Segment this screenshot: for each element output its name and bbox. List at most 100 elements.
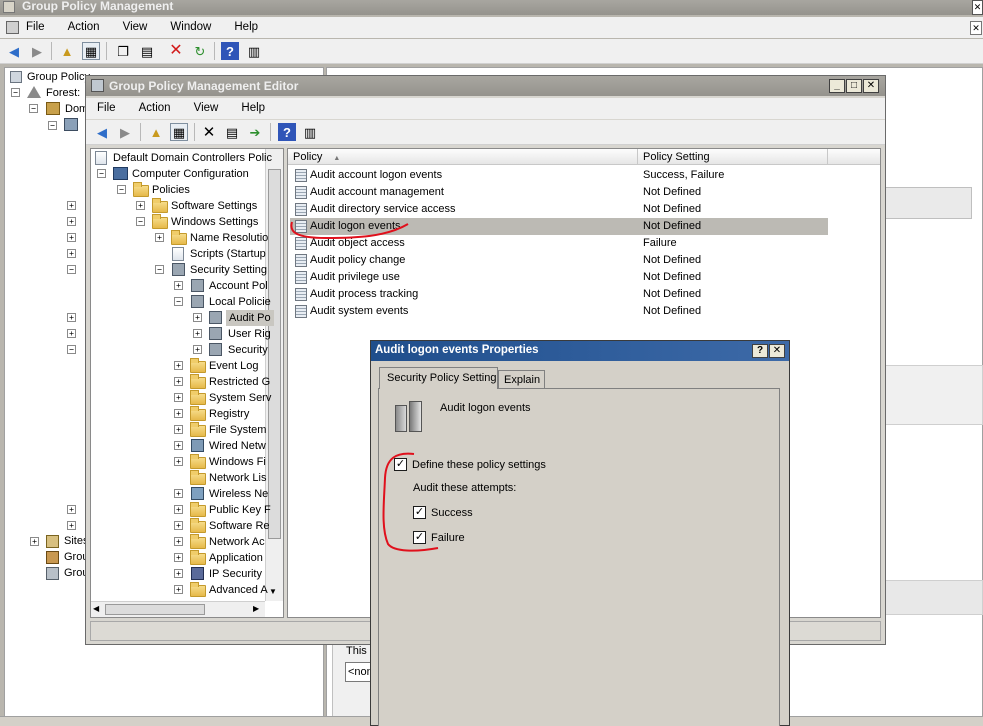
vscroll-thumb[interactable] [268, 169, 281, 539]
column-header-setting[interactable]: Policy Setting [638, 149, 828, 165]
editor-back-arrow-icon[interactable]: ◀ [93, 123, 111, 141]
policy-row-name[interactable]: Audit account logon events [310, 167, 442, 184]
name-resolution-expander[interactable]: + [155, 233, 164, 242]
editor-close-button[interactable]: ✕ [863, 79, 879, 93]
advanced-expander[interactable]: + [174, 585, 183, 594]
domains-expander[interactable]: − [29, 104, 38, 113]
tree-wireless-ne[interactable]: Wireless Ne [209, 486, 268, 502]
audit-po-expander[interactable]: + [193, 313, 202, 322]
restricted-expander[interactable]: + [174, 377, 183, 386]
editor-export-icon[interactable]: ➔ [246, 123, 264, 141]
outer-expander-9[interactable]: + [67, 505, 76, 514]
computer-config-expander[interactable]: − [97, 169, 106, 178]
policy-row-setting[interactable]: Failure [643, 235, 677, 252]
tree-public-key[interactable]: Public Key F [209, 502, 271, 518]
outer-expander-7[interactable]: + [67, 329, 76, 338]
editor-forward-arrow-icon[interactable]: ▶ [116, 123, 134, 141]
delete-icon[interactable]: ✕ [167, 42, 185, 60]
policy-row-setting[interactable]: Not Defined [643, 218, 701, 235]
editor-menu-file[interactable]: File [86, 98, 126, 118]
policy-row-setting[interactable]: Success, Failure [643, 167, 724, 184]
vscroll-down-arrow-icon[interactable]: ▼ [269, 587, 277, 596]
ip-security-expander[interactable]: + [174, 569, 183, 578]
outer-tree-root[interactable]: Group Policy [10, 69, 90, 85]
column-header-policy[interactable]: Policy ▲ [288, 149, 638, 165]
tree-policies[interactable]: Policies [152, 182, 190, 198]
editor-maximize-button[interactable]: □ [846, 79, 862, 93]
windows-settings-expander[interactable]: − [136, 217, 145, 226]
outer-expander-1[interactable]: + [67, 201, 76, 210]
editor-view-icon[interactable]: ▥ [301, 123, 319, 141]
dialog-close-button[interactable]: ✕ [769, 344, 785, 358]
editor-menu-view[interactable]: View [184, 98, 229, 118]
domain-expander[interactable]: − [48, 121, 57, 130]
sites-expander[interactable]: + [30, 537, 39, 546]
policy-row-setting[interactable]: Not Defined [643, 252, 701, 269]
back-arrow-icon[interactable]: ◀ [5, 42, 23, 60]
outer-expander-2[interactable]: + [67, 217, 76, 226]
outer-mdi-close-button[interactable]: ✕ [970, 21, 982, 35]
account-pol-expander[interactable]: + [174, 281, 183, 290]
tree-account-pol[interactable]: Account Pol [209, 278, 268, 294]
editor-help-icon[interactable]: ? [278, 123, 296, 141]
copy-icon[interactable]: ❐ [114, 42, 132, 60]
help-icon[interactable]: ? [221, 42, 239, 60]
editor-menu-help[interactable]: Help [231, 98, 275, 118]
tree-name-resolution[interactable]: Name Resolutio [190, 230, 268, 246]
tree-application[interactable]: Application [209, 550, 263, 566]
refresh-icon[interactable]: ↻ [191, 42, 209, 60]
policy-row-name[interactable]: Audit system events [310, 303, 408, 320]
editor-delete-icon[interactable]: ✕ [200, 123, 218, 141]
tree-scripts[interactable]: Scripts (Startup [190, 246, 266, 262]
tree-wired-netw[interactable]: Wired Netw [209, 438, 266, 454]
outer-expander-5[interactable]: − [67, 265, 76, 274]
properties-icon[interactable]: ▥ [245, 42, 263, 60]
policy-row-name[interactable]: Audit account management [310, 184, 444, 201]
policy-row-setting[interactable]: Not Defined [643, 269, 701, 286]
editor-properties-icon[interactable]: ▤ [223, 123, 241, 141]
tree-ip-security[interactable]: IP Security [209, 566, 262, 582]
tree-root[interactable]: Default Domain Controllers Polic [113, 150, 272, 166]
outer-menu-view[interactable]: View [113, 17, 158, 37]
policy-row-name[interactable]: Audit policy change [310, 252, 405, 269]
policy-row-setting[interactable]: Not Defined [643, 303, 701, 320]
outer-menu-action[interactable]: Action [58, 17, 110, 37]
application-expander[interactable]: + [174, 553, 183, 562]
tab-explain[interactable]: Explain [498, 370, 545, 389]
registry-expander[interactable]: + [174, 409, 183, 418]
tree-system-serv[interactable]: System Serv [209, 390, 271, 406]
policy-row-setting[interactable]: Not Defined [643, 201, 701, 218]
outer-expander-10[interactable]: + [67, 521, 76, 530]
tree-network-ac[interactable]: Network Ac [209, 534, 265, 550]
network-ac-expander[interactable]: + [174, 537, 183, 546]
editor-up-folder-icon[interactable]: ▲ [147, 123, 165, 141]
policy-row-name[interactable]: Audit privilege use [310, 269, 400, 286]
dialog-help-button[interactable]: ? [752, 344, 768, 358]
show-tree-icon[interactable]: ▦ [82, 42, 100, 60]
software-re-expander[interactable]: + [174, 521, 183, 530]
policy-row-setting[interactable]: Not Defined [643, 184, 701, 201]
system-serv-expander[interactable]: + [174, 393, 183, 402]
tree-registry[interactable]: Registry [209, 406, 249, 422]
tree-windows-fir[interactable]: Windows Fi [209, 454, 266, 470]
tree-security[interactable]: Security [228, 342, 268, 358]
outer-tree-forest[interactable]: Forest: [46, 85, 80, 101]
tree-file-system[interactable]: File System [209, 422, 266, 438]
hscroll-thumb[interactable] [105, 604, 205, 615]
tree-computer-config[interactable]: Computer Configuration [132, 166, 249, 182]
policies-expander[interactable]: − [117, 185, 126, 194]
outer-close-button[interactable]: ✕ [972, 0, 983, 15]
hscroll-left-arrow-icon[interactable]: ◀ [93, 604, 99, 613]
policy-row-name[interactable]: Audit directory service access [310, 201, 456, 218]
editor-minimize-button[interactable]: _ [829, 79, 845, 93]
tree-restricted[interactable]: Restricted G [209, 374, 270, 390]
user-rig-expander[interactable]: + [193, 329, 202, 338]
tree-local-policies[interactable]: Local Policie [209, 294, 271, 310]
tree-event-log[interactable]: Event Log [209, 358, 259, 374]
editor-show-tree-icon[interactable]: ▦ [170, 123, 188, 141]
policy-row-setting[interactable]: Not Defined [643, 286, 701, 303]
tree-software-settings[interactable]: Software Settings [171, 198, 257, 214]
outer-menu-help[interactable]: Help [224, 17, 268, 37]
up-folder-icon[interactable]: ▲ [58, 42, 76, 60]
file-system-expander[interactable]: + [174, 425, 183, 434]
